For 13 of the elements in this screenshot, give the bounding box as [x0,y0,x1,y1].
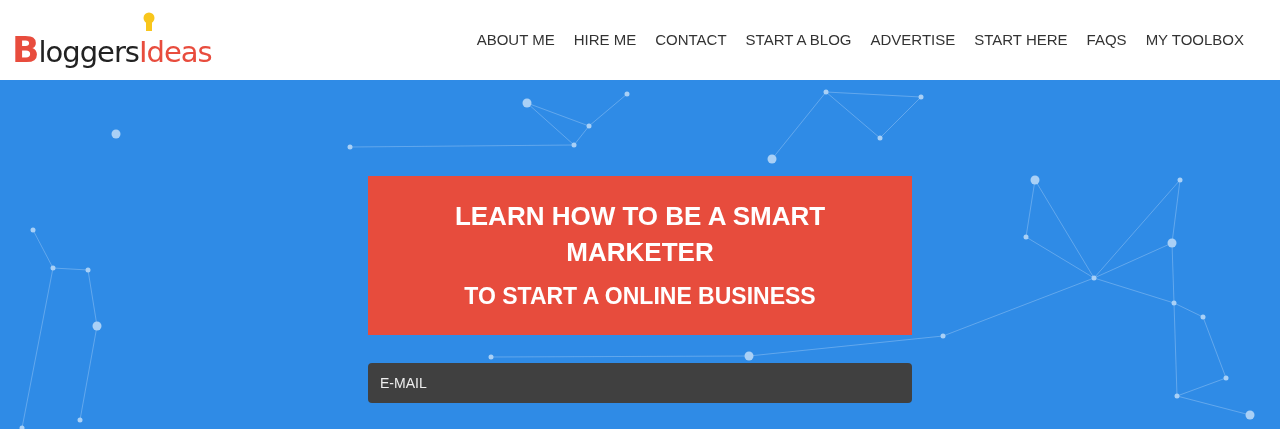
nav-link[interactable]: MY TOOLBOX [1145,28,1244,52]
nav-link[interactable]: HIRE ME [573,28,637,52]
nav-link[interactable]: START A BLOG [745,28,852,52]
headline: LEARN HOW TO BE A SMART MARKETER [453,199,827,270]
nav-link[interactable]: ADVERTISE [870,28,956,52]
nav-link[interactable]: CONTACT [655,28,727,52]
subheadline: TO START A ONLINE BUSINESS [464,281,816,311]
nav-link[interactable]: ABOUT ME [476,28,555,52]
email-field[interactable]: E-MAIL [368,363,912,403]
logo[interactable]: BloggersIdeas [12,34,212,69]
nav-link[interactable]: START HERE [974,28,1068,52]
nav-link[interactable]: FAQS [1086,28,1127,52]
lightbulb-icon [143,11,155,32]
